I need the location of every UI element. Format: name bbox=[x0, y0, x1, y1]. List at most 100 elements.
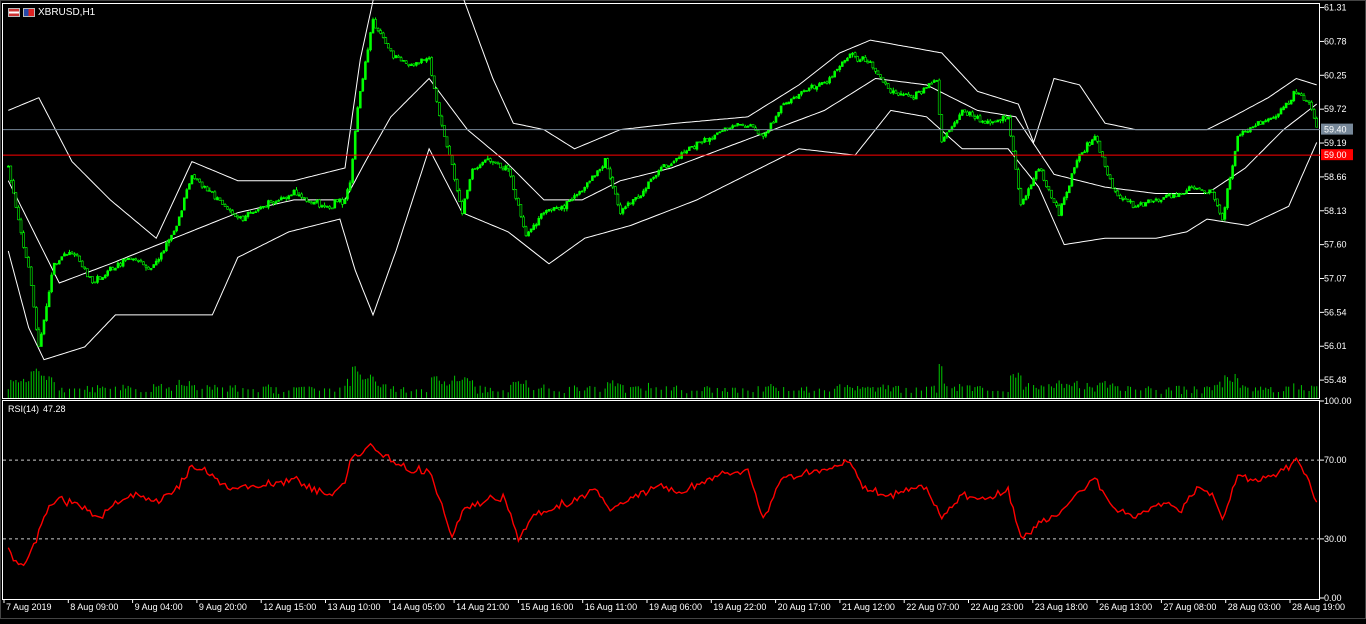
candle-body bbox=[65, 254, 69, 256]
time-tick-label: 28 Aug 03:00 bbox=[1228, 602, 1281, 612]
candle-body bbox=[580, 190, 584, 193]
candle-body bbox=[672, 161, 676, 163]
candle-body bbox=[866, 61, 870, 64]
candle-body bbox=[440, 115, 444, 126]
candle-body bbox=[1172, 194, 1176, 199]
trading-chart[interactable]: 61.31 60.78 60.25 59.72 59.19 58.66 58.13 57.60… bbox=[0, 0, 1366, 619]
price-tick-label: 55.48 bbox=[1324, 375, 1347, 385]
time-tick-label: 14 Aug 21:00 bbox=[456, 602, 509, 612]
candle-body bbox=[228, 209, 232, 212]
candle-body bbox=[198, 178, 201, 183]
candle-body bbox=[106, 270, 109, 276]
candle-body bbox=[162, 250, 166, 254]
candle-body bbox=[9, 165, 13, 181]
candle-body bbox=[879, 74, 882, 78]
candle-body bbox=[312, 201, 316, 205]
rsi-label-value: 47.28 bbox=[43, 404, 66, 414]
candle-body bbox=[606, 158, 610, 170]
candle-body bbox=[800, 91, 803, 95]
candle-body bbox=[1261, 121, 1265, 125]
candle-body bbox=[823, 81, 826, 84]
candle-body bbox=[481, 161, 485, 165]
candle-body bbox=[1016, 169, 1020, 189]
candle-body bbox=[774, 116, 778, 123]
candle-body bbox=[789, 98, 793, 104]
candle-body bbox=[846, 57, 849, 62]
candle-body bbox=[1098, 140, 1102, 153]
candle-body bbox=[1292, 91, 1296, 102]
candle-body bbox=[741, 124, 745, 126]
candle-body bbox=[236, 215, 240, 219]
candle-body bbox=[486, 158, 490, 161]
candle-body bbox=[687, 146, 691, 151]
candle-body bbox=[297, 194, 301, 197]
candle-body bbox=[175, 225, 178, 232]
candle-body bbox=[471, 168, 474, 180]
candle-body bbox=[894, 90, 898, 94]
candle-body bbox=[588, 180, 592, 183]
candle-body bbox=[710, 138, 714, 140]
candle-body bbox=[756, 130, 760, 135]
candle-body bbox=[1287, 103, 1290, 105]
candle-body bbox=[652, 176, 655, 179]
candle-body bbox=[649, 178, 653, 182]
candle-body bbox=[675, 158, 678, 161]
candle-body bbox=[208, 190, 212, 192]
time-tick-label: 23 Aug 18:00 bbox=[1035, 602, 1088, 612]
candle-body bbox=[1233, 151, 1237, 167]
candle-body bbox=[389, 48, 393, 52]
candle-body bbox=[713, 134, 717, 140]
candle-body bbox=[721, 130, 724, 132]
candle-body bbox=[1103, 156, 1107, 167]
candle-body bbox=[603, 158, 607, 168]
candle-body bbox=[751, 124, 755, 128]
chart-canvas[interactable]: 61.31 60.78 60.25 59.72 59.19 58.66 58.13 57.60… bbox=[0, 0, 1366, 619]
candle-body bbox=[1272, 117, 1275, 119]
price-tick-label: 60.78 bbox=[1324, 36, 1347, 46]
candle-body bbox=[1256, 121, 1260, 126]
candle-body bbox=[137, 259, 140, 262]
candle-body bbox=[83, 266, 87, 270]
candle-body bbox=[386, 43, 390, 49]
candle-body bbox=[1295, 91, 1298, 94]
candle-body bbox=[550, 208, 553, 211]
candle-body bbox=[195, 178, 199, 181]
candle-body bbox=[815, 86, 819, 90]
candle-body bbox=[1080, 152, 1084, 155]
candle-body bbox=[443, 125, 446, 137]
price-tick-label: 56.54 bbox=[1324, 307, 1347, 317]
candle-body bbox=[17, 207, 20, 221]
candle-body bbox=[1213, 192, 1216, 200]
candle-body bbox=[63, 253, 66, 257]
candle-body bbox=[1040, 168, 1043, 171]
candle-body bbox=[338, 198, 342, 203]
candle-body bbox=[856, 56, 859, 62]
candle-body bbox=[647, 181, 650, 190]
candle-body bbox=[24, 247, 28, 258]
rsi-tick-label: 70.00 bbox=[1324, 455, 1347, 465]
candle-body bbox=[805, 90, 808, 92]
candle-body bbox=[1131, 201, 1135, 208]
candle-body bbox=[851, 52, 854, 55]
time-tick-label: 21 Aug 12:00 bbox=[842, 602, 895, 612]
candle-body bbox=[886, 83, 890, 89]
candle-body bbox=[351, 158, 354, 183]
candle-body bbox=[1136, 204, 1140, 207]
candle-body bbox=[1142, 202, 1145, 207]
candle-body bbox=[154, 260, 158, 266]
candle-body bbox=[348, 182, 352, 191]
candle-body bbox=[111, 267, 115, 271]
candle-body bbox=[1305, 100, 1308, 102]
candle-body bbox=[769, 122, 773, 131]
candle-body bbox=[792, 97, 796, 100]
candle-body bbox=[1177, 193, 1181, 197]
candle-body bbox=[34, 307, 38, 330]
candle-body bbox=[703, 138, 706, 143]
candle-body bbox=[565, 201, 569, 210]
candle-body bbox=[415, 62, 418, 66]
candle-body bbox=[917, 91, 921, 93]
candle-body bbox=[644, 188, 648, 192]
candle-body bbox=[7, 165, 10, 168]
candle-body bbox=[295, 189, 298, 196]
candle-body bbox=[601, 166, 604, 169]
